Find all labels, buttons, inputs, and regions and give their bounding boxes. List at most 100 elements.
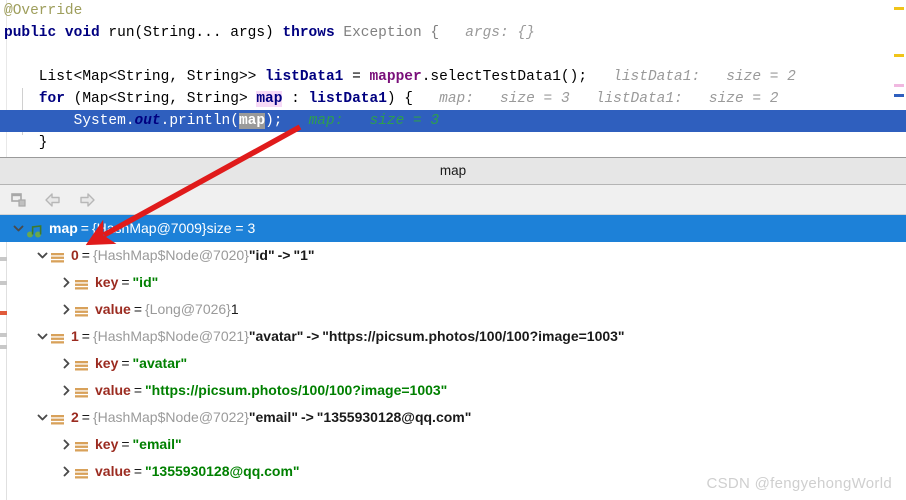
line-annotation-token-0: @Override — [4, 3, 83, 19]
line-annotation[interactable]: @Override — [0, 0, 906, 22]
row-entry-0[interactable]: 0 = {HashMap$Node@7020} "id" -> "1" — [0, 242, 906, 269]
line-for-token-2: (Map<String, String> — [73, 91, 257, 107]
line-println[interactable]: System.out.println(map); map: size = 3 — [0, 110, 906, 132]
line-close-brace[interactable]: } — [0, 132, 906, 154]
chevron-down-icon[interactable] — [34, 329, 50, 345]
line-println-token-1: out — [134, 113, 161, 129]
tree-node-reference: {Long@7026} — [145, 301, 231, 317]
line-signature-token-2: throws — [282, 25, 344, 41]
chevron-right-icon[interactable] — [58, 302, 74, 318]
tree-node-string-value: "avatar" — [132, 355, 188, 371]
tree-node-size-text: size = 3 — [206, 220, 256, 236]
line-for-token-7: map: size = 3 listData1: size = 2 — [421, 91, 779, 107]
chevron-right-icon[interactable] — [58, 356, 74, 372]
map-entry-icon — [74, 383, 89, 398]
map-entry-icon — [74, 275, 89, 290]
row-entry-0-key[interactable]: key = "id" — [0, 269, 906, 296]
chevron-right-icon[interactable] — [58, 383, 74, 399]
row-entry-2-key[interactable]: key = "email" — [0, 431, 906, 458]
line-for-token-5: listData1 — [308, 91, 387, 107]
chevron-right-icon[interactable] — [58, 275, 74, 291]
tree-node-reference: {HashMap@7009} — [91, 220, 207, 236]
tree-node-key-string: "email" — [248, 409, 298, 425]
line-println-token-5: map: size = 3 — [282, 113, 440, 129]
tree-node-equals: = — [121, 436, 130, 452]
line-for-token-0 — [4, 91, 39, 107]
tree-node-name: key — [95, 274, 119, 290]
variables-tree[interactable]: map = {HashMap@7009} size = 30 = {HashMa… — [0, 215, 906, 500]
row-entry-1-value[interactable]: value = "https://picsum.photos/100/100?i… — [0, 377, 906, 404]
tree-node-equals: = — [133, 301, 142, 317]
debugger-panel-header: map — [0, 158, 906, 185]
map-entry-icon — [74, 356, 89, 371]
line-signature-token-4: args: {} — [447, 25, 535, 41]
line-println-token-0: System. — [4, 113, 135, 129]
tree-node-equals: = — [121, 274, 130, 290]
row-entry-0-value[interactable]: value = {Long@7026} 1 — [0, 296, 906, 323]
tree-node-name: 2 — [71, 409, 79, 425]
line-signature[interactable]: public void run(String... args) throws E… — [0, 22, 906, 44]
chevron-down-icon[interactable] — [10, 221, 26, 237]
editor-marker-1[interactable] — [894, 54, 904, 57]
tree-node-name: map — [49, 220, 78, 236]
tree-node-name: 1 — [71, 328, 79, 344]
forward-arrow-icon[interactable] — [76, 189, 98, 211]
hashmap-variable-icon — [26, 221, 43, 238]
tree-node-equals: = — [133, 382, 142, 398]
tree-node-string-value: "email" — [132, 436, 182, 452]
line-blank[interactable] — [0, 44, 906, 66]
tree-node-string-value: "https://picsum.photos/100/100?image=100… — [145, 382, 448, 398]
tree-node-reference: {HashMap$Node@7020} — [92, 247, 249, 263]
chevron-right-icon[interactable] — [58, 464, 74, 480]
line-listdata-token-1: listData1 — [265, 69, 344, 85]
code-lines[interactable]: @Override public void run(String... args)… — [0, 0, 906, 154]
map-entry-icon — [74, 302, 89, 317]
tree-node-name: value — [95, 463, 131, 479]
tree-node-size-text: 1 — [230, 301, 239, 317]
line-close-brace-token-0: } — [4, 135, 48, 151]
row-entry-1[interactable]: 1 = {HashMap$Node@7021} "avatar" -> "htt… — [0, 323, 906, 350]
editor-marker-3[interactable] — [894, 94, 904, 97]
tree-node-equals: = — [80, 220, 89, 236]
tree-node-maps-to-arrow: -> — [277, 247, 291, 263]
tree-node-string-value: "1355930128@qq.com" — [145, 463, 300, 479]
editor-marker-2[interactable] — [894, 84, 904, 87]
line-println-token-4: ); — [265, 113, 283, 129]
back-arrow-icon[interactable] — [42, 189, 64, 211]
editor-marker-0[interactable] — [894, 7, 904, 10]
chevron-down-icon[interactable] — [34, 248, 50, 264]
line-println-token-3: map — [238, 113, 266, 129]
map-entry-icon — [50, 248, 65, 263]
tree-node-reference: {HashMap$Node@7021} — [92, 328, 249, 344]
chevron-right-icon[interactable] — [58, 437, 74, 453]
map-entry-icon — [74, 464, 89, 479]
tree-node-name: key — [95, 355, 119, 371]
line-for[interactable]: for (Map<String, String> map : listData1… — [0, 88, 906, 110]
row-map-root[interactable]: map = {HashMap@7009} size = 3 — [0, 215, 906, 242]
tree-node-maps-to-arrow: -> — [300, 409, 314, 425]
chevron-down-icon[interactable] — [34, 410, 50, 426]
line-listdata-token-0: List<Map<String, String>> — [4, 69, 266, 85]
row-entry-2[interactable]: 2 = {HashMap$Node@7022} "email" -> "1355… — [0, 404, 906, 431]
debugger-toolbar[interactable] — [0, 185, 906, 215]
tree-node-name: value — [95, 382, 131, 398]
line-listdata-token-2: = — [343, 69, 370, 85]
tree-node-equals: = — [81, 328, 90, 344]
line-signature-token-1: run(String... args) — [108, 25, 283, 41]
tree-rows[interactable]: map = {HashMap@7009} size = 30 = {HashMa… — [0, 215, 906, 485]
line-for-token-3: map — [256, 91, 283, 107]
line-listdata[interactable]: List<Map<String, String>> listData1 = ma… — [0, 66, 906, 88]
tree-node-equals: = — [81, 247, 90, 263]
code-editor[interactable]: @Override public void run(String... args)… — [0, 0, 906, 157]
line-for-token-4: : — [282, 91, 309, 107]
row-entry-1-key[interactable]: key = "avatar" — [0, 350, 906, 377]
map-entry-icon — [74, 437, 89, 452]
map-entry-icon — [50, 329, 65, 344]
tree-node-key-string: "id" — [248, 247, 275, 263]
line-listdata-token-3: mapper — [369, 69, 422, 85]
tree-node-name: 0 — [71, 247, 79, 263]
debugger-tab-map[interactable]: map — [0, 158, 906, 184]
tree-node-string-value: "id" — [132, 274, 159, 290]
evaluate-expression-icon[interactable] — [8, 189, 30, 211]
line-for-token-1: for — [38, 91, 74, 107]
